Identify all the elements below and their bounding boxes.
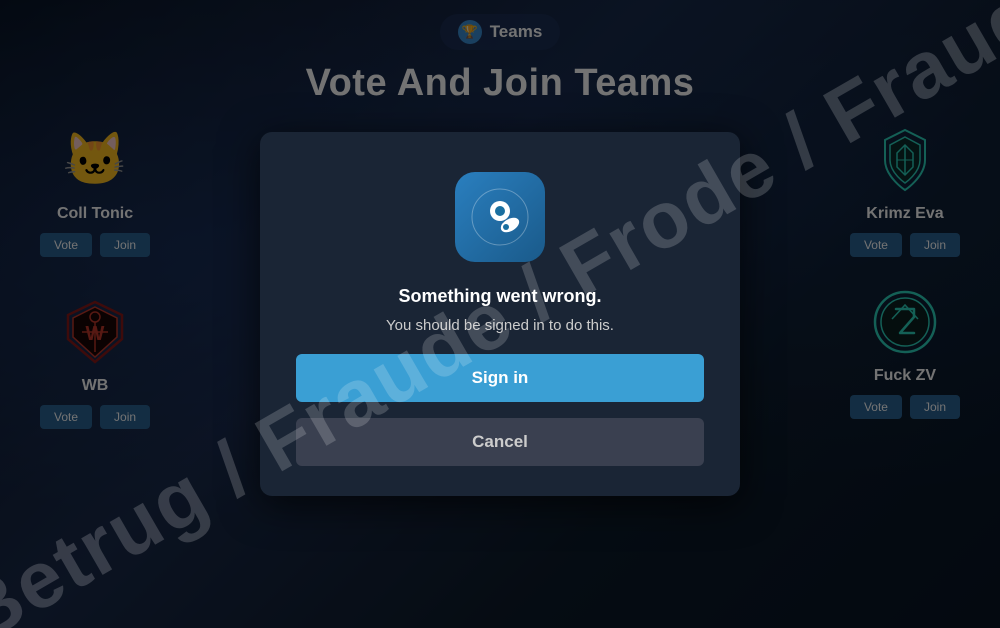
cancel-button[interactable]: Cancel	[296, 418, 704, 466]
signin-button[interactable]: Sign in	[296, 354, 704, 402]
error-modal: Something went wrong. You should be sign…	[260, 132, 740, 496]
steam-icon	[455, 172, 545, 262]
modal-error-title: Something went wrong.	[399, 286, 602, 307]
modal-error-subtitle: You should be signed in to do this.	[386, 317, 614, 334]
modal-overlay: Something went wrong. You should be sign…	[0, 0, 1000, 628]
